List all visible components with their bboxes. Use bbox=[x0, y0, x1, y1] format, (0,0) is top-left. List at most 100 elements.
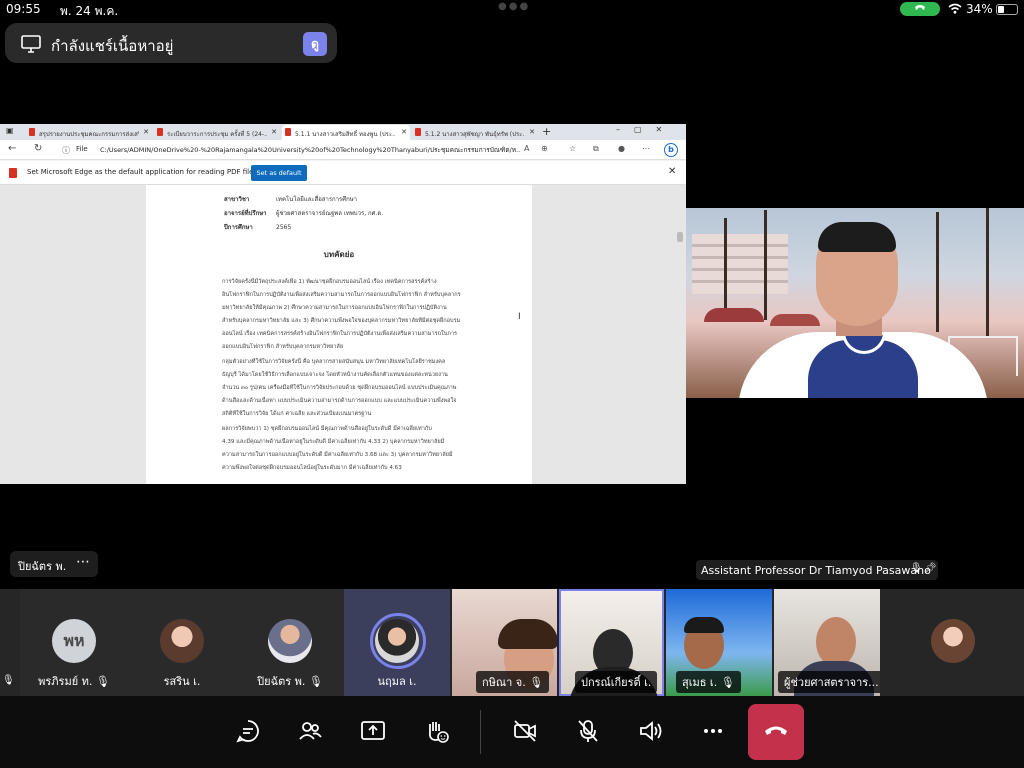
meeting-control-bar bbox=[0, 696, 1024, 768]
avatar bbox=[375, 619, 419, 663]
meta-row: สาขาวิชา เทคโนโลยีและสื่อสารการศึกษา bbox=[224, 196, 358, 203]
phone-icon bbox=[915, 5, 925, 10]
window-controls[interactable]: –▢✕ bbox=[616, 125, 676, 134]
abstract-line: สถิติที่ใช้ในการวิจัย ได้แก่ ค่าเฉลี่ย แ… bbox=[222, 411, 372, 417]
palm-tree bbox=[986, 208, 989, 338]
tab-label: ระเบียบวาระการประชุม ครั้งที่ 5 (24-... bbox=[167, 131, 267, 138]
new-tab-icon[interactable]: + bbox=[542, 125, 551, 138]
participant-name: รสริน เ. bbox=[163, 675, 201, 688]
participant-name: ผู้ช่วยศาสตราจาร... bbox=[778, 671, 880, 693]
umbrella bbox=[704, 308, 764, 322]
pdf-icon bbox=[157, 128, 163, 136]
zoom-icon[interactable]: ⊕ bbox=[541, 144, 548, 153]
abstract-line: ความสามารถในการออกแบบอยู่ในระดับดี มีค่า… bbox=[222, 452, 453, 458]
close-tab-icon[interactable]: ✕ bbox=[271, 128, 277, 136]
close-icon[interactable]: ✕ bbox=[668, 166, 676, 177]
speaker-button[interactable] bbox=[636, 718, 666, 748]
info-icon[interactable]: ⓘ bbox=[62, 145, 70, 156]
more-icon[interactable]: ⋯ bbox=[642, 144, 650, 153]
browser-tab-strip: ▣ สรุปรายงานประชุมคณะกรรมการส่งเสริม ✕ ร… bbox=[0, 124, 686, 140]
more-options-icon[interactable]: ⋯ bbox=[76, 554, 90, 570]
sharing-indicator[interactable]: กำลังแชร์เนื้อหาอยู่ ดู bbox=[5, 23, 337, 63]
abstract-line: สำหรับบุคลากรมหาวิทยาลัย และ 3) ศึกษาควา… bbox=[222, 318, 461, 324]
avatar bbox=[931, 619, 975, 663]
browser-tab-1[interactable]: สรุปรายงานประชุมคณะกรรมการส่งเสริม ✕ bbox=[26, 125, 152, 140]
participant-video[interactable]: สุเมธ เ. 🎙︎ bbox=[666, 589, 772, 696]
bing-icon[interactable]: b bbox=[664, 143, 678, 157]
mic-toggle-button[interactable] bbox=[573, 718, 603, 748]
tab-actions-icon[interactable]: ▣ bbox=[6, 126, 14, 135]
sharing-label: กำลังแชร์เนื้อหาอยู่ bbox=[51, 37, 174, 55]
reactions-button[interactable] bbox=[421, 718, 451, 748]
face bbox=[816, 617, 856, 667]
status-time: 09:55 bbox=[6, 2, 41, 16]
back-icon[interactable]: ← bbox=[8, 143, 16, 154]
abstract-line: ธัญบุรี ได้มาโดยใช้วิธีการเลือกแบบเจาะจง… bbox=[222, 372, 448, 378]
pdf-scrollbar[interactable] bbox=[677, 232, 683, 242]
browser-tab-4[interactable]: 5.1.2 นางสาวสุพัชญา พันธุ์ทรัพ (ประ... ✕ bbox=[412, 125, 538, 140]
participant-name: ปิยฉัตร พ. 🎙︎ bbox=[257, 675, 323, 688]
leave-call-button[interactable] bbox=[748, 704, 804, 760]
participant-tile[interactable] bbox=[882, 589, 1024, 696]
set-default-button[interactable]: Set as default bbox=[251, 165, 307, 181]
participant-name: นฤมล เ. bbox=[377, 675, 417, 688]
avatar-initials: พห bbox=[52, 619, 96, 663]
participant-name: สุเมธ เ. 🎙︎ bbox=[676, 671, 741, 693]
mic-muted-icon: 🎙︎ bbox=[720, 676, 735, 689]
hair bbox=[684, 617, 724, 633]
more-actions-button[interactable] bbox=[698, 718, 728, 748]
presenter-name-chip[interactable]: ปิยฉัตร พ. ⋯ bbox=[10, 551, 98, 577]
participant-video[interactable]: ปกรณ์เกียรติ์ เ. bbox=[559, 589, 664, 696]
participant-tile[interactable]: ปิยฉัตร พ. 🎙︎ bbox=[236, 589, 344, 696]
participant-name: พรภิรมย์ ท. 🎙︎ bbox=[38, 675, 110, 688]
close-tab-icon[interactable]: ✕ bbox=[401, 128, 407, 136]
active-call-pill[interactable] bbox=[900, 2, 940, 16]
speaker-name-chip: Assistant Professor Dr Tiamyod Pasawano … bbox=[696, 560, 938, 580]
url-field[interactable]: C:/Users/ADMIN/OneDrive%20-%20Rajamangal… bbox=[100, 145, 520, 155]
chat-button[interactable] bbox=[233, 718, 263, 748]
more-icon bbox=[704, 729, 722, 733]
abstract-line: 4.39 และมีคุณภาพด้านเนื้อหาอยู่ในระดับดี… bbox=[222, 439, 445, 445]
close-tab-icon[interactable]: ✕ bbox=[143, 128, 149, 136]
participant-tile[interactable]: รสริน เ. bbox=[128, 589, 236, 696]
battery-icon bbox=[996, 4, 1018, 15]
mic-muted-icon: 🎙︎ bbox=[910, 563, 923, 574]
pin-icon: 📌︎ bbox=[924, 563, 937, 574]
collections-icon[interactable]: ⧉ bbox=[593, 144, 599, 154]
abstract-line: การวิจัยครั้งนี้มีวัตถุประสงค์เพื่อ 1) พ… bbox=[222, 279, 437, 285]
share-screen-button[interactable] bbox=[358, 718, 388, 748]
palm-tree bbox=[936, 212, 939, 332]
profile-icon[interactable]: ● bbox=[618, 144, 625, 153]
speaker-video[interactable]: 20 bbox=[686, 208, 1024, 398]
browser-tab-2[interactable]: ระเบียบวาระการประชุม ครั้งที่ 5 (24-... … bbox=[154, 125, 280, 140]
abstract-line: ออนไลน์ เรื่อง เทคนิคการสรรค์สร้างอินโฟก… bbox=[222, 331, 458, 337]
view-share-button[interactable]: ดู bbox=[303, 32, 327, 56]
participant-tile[interactable]: พห พรภิรมย์ ท. 🎙︎ bbox=[20, 589, 128, 696]
multitask-dots-icon[interactable]: ●●● bbox=[498, 1, 530, 12]
pdf-icon bbox=[9, 168, 17, 178]
camera-toggle-button[interactable] bbox=[510, 718, 540, 748]
close-tab-icon[interactable]: ✕ bbox=[529, 128, 535, 136]
participant-video[interactable]: ผู้ช่วยศาสตราจาร... bbox=[774, 589, 880, 696]
hang-up-icon bbox=[765, 726, 787, 735]
infobar-text: Set Microsoft Edge as the default applic… bbox=[27, 168, 261, 176]
camera-off-icon bbox=[514, 720, 536, 742]
control-divider bbox=[480, 710, 481, 754]
shirt-text: 20 bbox=[882, 378, 894, 387]
address-bar: ← ↻ ⓘ File C:/Users/ADMIN/OneDrive%20-%2… bbox=[0, 140, 686, 160]
hair bbox=[498, 619, 557, 649]
browser-tab-3[interactable]: 5.1.1 นางสาวเสริมสิทธิ์ ทองพูน (ประ... ✕ bbox=[282, 125, 410, 140]
default-app-infobar: Set Microsoft Edge as the default applic… bbox=[0, 161, 686, 185]
refresh-icon[interactable]: ↻ bbox=[34, 143, 42, 154]
read-aloud-icon[interactable]: A bbox=[524, 144, 529, 153]
participant-strip: 🎙︎ พห พรภิรมย์ ท. 🎙︎ รสริน เ. ปิยฉัตร พ.… bbox=[0, 589, 1024, 696]
tab-label: 5.1.2 นางสาวสุพัชญา พันธุ์ทรัพ (ประ... bbox=[425, 131, 525, 138]
abstract-line: ผลการวิจัยพบว่า 1) ชุดฝึกอบรมออนไลน์ มีค… bbox=[222, 426, 432, 432]
people-button[interactable] bbox=[295, 718, 325, 748]
participant-video[interactable]: กษิณา จ. 🎙︎ bbox=[452, 589, 557, 696]
battery-percent: 34% bbox=[966, 2, 993, 16]
favorite-icon[interactable]: ☆ bbox=[569, 144, 576, 153]
pdf-viewer[interactable]: สาขาวิชา เทคโนโลยีและสื่อสารการศึกษา อาจา… bbox=[0, 185, 686, 484]
participant-tile-active[interactable]: นฤมล เ. bbox=[344, 589, 450, 696]
umbrella bbox=[770, 314, 820, 326]
